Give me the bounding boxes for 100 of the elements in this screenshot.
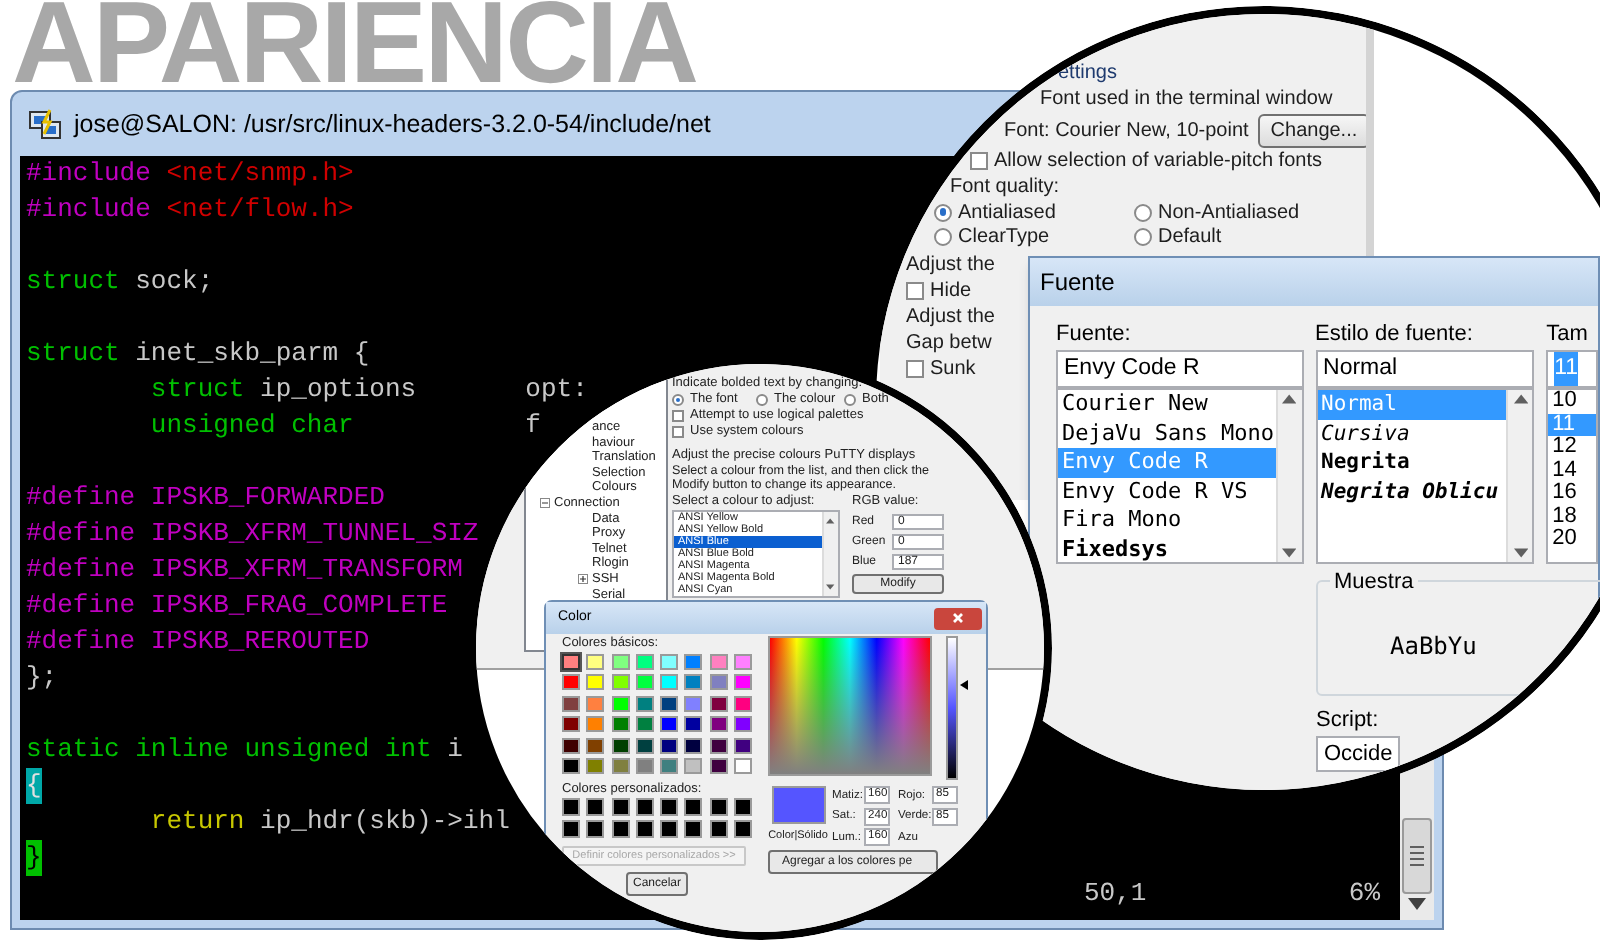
color-swatch[interactable] — [586, 654, 605, 670]
color-swatch[interactable] — [660, 757, 679, 774]
color-swatch[interactable] — [635, 757, 654, 774]
color-swatch[interactable] — [660, 654, 679, 670]
radio-button[interactable] — [1134, 227, 1152, 245]
code-text: } — [26, 840, 42, 876]
color-swatch[interactable] — [734, 674, 752, 691]
color-swatch[interactable] — [660, 798, 679, 816]
list-item[interactable]: 18 — [1548, 505, 1596, 528]
color-swatch[interactable] — [684, 695, 703, 712]
color-swatch[interactable] — [611, 798, 630, 816]
color-swatch[interactable] — [562, 654, 580, 670]
list-item[interactable]: Fixedsys — [1058, 535, 1276, 562]
color-swatch[interactable] — [635, 716, 654, 733]
list-item[interactable]: 16 — [1548, 482, 1596, 505]
color-swatch[interactable] — [684, 820, 703, 838]
radio-button[interactable] — [934, 203, 952, 221]
color-swatch[interactable] — [611, 757, 630, 774]
list-item[interactable]: 14 — [1548, 459, 1596, 482]
color-swatch[interactable] — [709, 798, 728, 816]
list-item[interactable]: 20 — [1548, 528, 1596, 551]
checkbox[interactable] — [906, 282, 924, 300]
scrollbar[interactable] — [1506, 390, 1533, 562]
list-item[interactable]: DejaVu Sans Mono — [1058, 419, 1276, 448]
color-swatch[interactable] — [562, 757, 580, 774]
change-button[interactable]: Change... — [1258, 113, 1370, 147]
scroll-thumb[interactable] — [1402, 818, 1432, 894]
checkbox[interactable] — [970, 152, 988, 170]
color-spectrum[interactable] — [768, 636, 932, 776]
color-swatch[interactable] — [734, 820, 752, 838]
list-item[interactable]: 10 — [1548, 390, 1596, 413]
color-swatch[interactable] — [586, 798, 605, 816]
color-swatch[interactable] — [562, 716, 580, 733]
color-swatch[interactable] — [635, 695, 654, 712]
color-swatch[interactable] — [709, 674, 728, 691]
color-swatch[interactable] — [611, 737, 630, 754]
color-swatch[interactable] — [684, 654, 703, 670]
scrollbar[interactable] — [822, 512, 838, 596]
color-swatch[interactable] — [586, 716, 605, 733]
color-swatch[interactable] — [635, 798, 654, 816]
color-swatch[interactable] — [635, 654, 654, 670]
color-swatch[interactable] — [635, 737, 654, 754]
color-swatch[interactable] — [562, 798, 580, 816]
input-field[interactable]: Envy Code R — [1056, 350, 1304, 388]
radio-button[interactable] — [1134, 203, 1152, 221]
color-swatch[interactable] — [611, 716, 630, 733]
color-swatch[interactable] — [586, 820, 605, 838]
color-swatch[interactable] — [709, 757, 728, 774]
color-swatch[interactable] — [660, 695, 679, 712]
color-swatch[interactable] — [734, 798, 752, 816]
color-swatch[interactable] — [709, 737, 728, 754]
color-swatch[interactable] — [635, 674, 654, 691]
color-swatch[interactable] — [562, 737, 580, 754]
color-swatch[interactable] — [684, 737, 703, 754]
color-swatch[interactable] — [611, 674, 630, 691]
color-swatch[interactable] — [660, 716, 679, 733]
color-swatch[interactable] — [734, 737, 752, 754]
color-swatch[interactable] — [734, 757, 752, 774]
color-swatch[interactable] — [562, 820, 580, 838]
color-swatch[interactable] — [586, 737, 605, 754]
list-item[interactable]: Negrita Oblicu — [1317, 477, 1507, 506]
color-swatch[interactable] — [709, 716, 728, 733]
close-button[interactable] — [934, 607, 982, 629]
color-swatch[interactable] — [611, 654, 630, 670]
color-swatch[interactable] — [635, 820, 654, 838]
checkbox[interactable] — [906, 360, 924, 378]
caret-down-icon — [1513, 548, 1528, 558]
color-swatch[interactable] — [586, 674, 605, 691]
color-swatch[interactable] — [586, 695, 605, 712]
color-swatch[interactable] — [611, 820, 630, 838]
color-swatch[interactable] — [660, 820, 679, 838]
radio-button[interactable] — [934, 227, 952, 245]
checkbox[interactable] — [672, 426, 684, 438]
color-swatch[interactable] — [684, 674, 703, 691]
color-swatch[interactable] — [586, 757, 605, 774]
color-swatch[interactable] — [709, 820, 728, 838]
list-item[interactable]: 12 — [1548, 436, 1596, 459]
list-item[interactable]: Courier New — [1058, 390, 1276, 419]
list-item[interactable]: Cursiva — [1317, 419, 1507, 448]
color-swatch[interactable] — [709, 654, 728, 670]
color-swatch[interactable] — [684, 798, 703, 816]
color-swatch[interactable] — [611, 695, 630, 712]
color-swatch[interactable] — [734, 695, 752, 712]
luminance-slider[interactable] — [946, 636, 970, 780]
scrollbar[interactable] — [1275, 390, 1302, 562]
color-swatch[interactable] — [562, 695, 580, 712]
list-item[interactable]: Fira Mono — [1058, 506, 1276, 535]
color-swatch[interactable] — [709, 695, 728, 712]
color-swatch[interactable] — [660, 674, 679, 691]
list-item[interactable]: Negrita — [1317, 448, 1507, 477]
color-swatch[interactable] — [684, 716, 703, 733]
list-item[interactable]: Envy Code R VS — [1058, 477, 1276, 506]
color-swatch[interactable] — [684, 757, 703, 774]
input-field[interactable]: Normal — [1315, 350, 1535, 388]
dropdown[interactable]: Occide — [1316, 736, 1400, 772]
color-swatch[interactable] — [660, 737, 679, 754]
checkbox[interactable] — [672, 410, 684, 422]
color-swatch[interactable] — [734, 654, 752, 670]
color-swatch[interactable] — [562, 674, 580, 691]
color-swatch[interactable] — [734, 716, 752, 733]
